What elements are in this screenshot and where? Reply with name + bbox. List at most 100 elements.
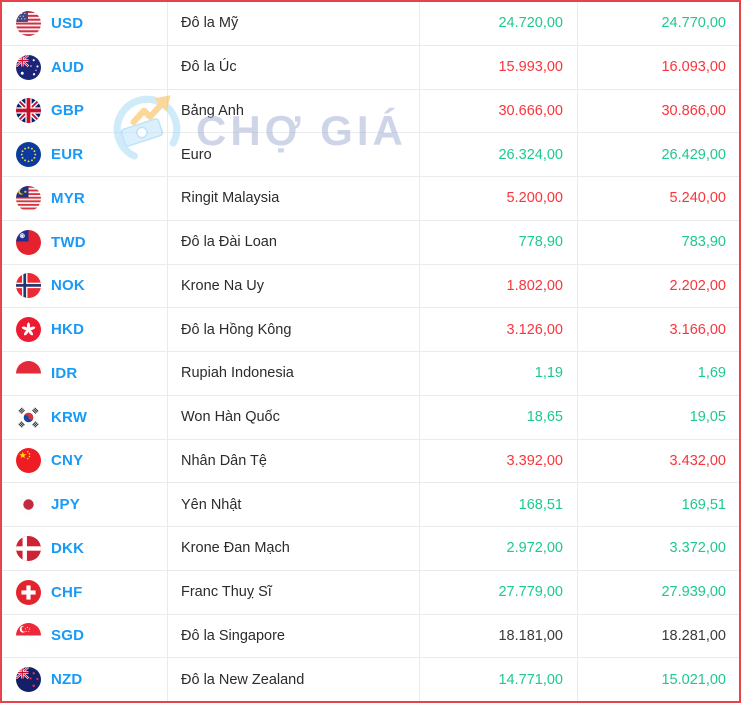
currency-cell: IDR [2, 352, 168, 395]
flag-jpy-icon [16, 492, 41, 517]
currency-code-link[interactable]: SGD [51, 627, 84, 644]
currency-cell: CHF [2, 571, 168, 614]
flag-hkd-icon [16, 317, 41, 342]
buy-rate: 18,65 [420, 396, 578, 439]
sell-rate: 5.240,00 [578, 177, 739, 220]
sell-rate: 3.372,00 [578, 527, 739, 570]
sell-rate: 30.866,00 [578, 90, 739, 133]
flag-dkk-icon [16, 536, 41, 561]
currency-code-link[interactable]: GBP [51, 102, 84, 119]
currency-cell: NZD [2, 658, 168, 701]
currency-name: Krone Na Uy [168, 265, 420, 308]
currency-name: Yên Nhật [168, 483, 420, 526]
currency-cell: AUD [2, 46, 168, 89]
buy-rate: 18.181,00 [420, 615, 578, 658]
currency-code-link[interactable]: NZD [51, 671, 82, 688]
table-row: KRW Won Hàn Quốc18,6519,05 [2, 396, 739, 440]
table-row: SGDĐô la Singapore18.181,0018.281,00 [2, 615, 739, 659]
flag-twd-icon [16, 230, 41, 255]
buy-rate: 2.972,00 [420, 527, 578, 570]
table-row: AUDĐô la Úc15.993,0016.093,00 [2, 46, 739, 90]
currency-code-link[interactable]: AUD [51, 59, 84, 76]
table-row: HKD Đô la Hồng Kông3.126,003.166,00 [2, 308, 739, 352]
currency-cell: NOK [2, 265, 168, 308]
currency-name: Đô la Mỹ [168, 2, 420, 45]
currency-cell: SGD [2, 615, 168, 658]
flag-nok-icon [16, 273, 41, 298]
sell-rate: 27.939,00 [578, 571, 739, 614]
table-row: EUREuro26.324,0026.429,00 [2, 133, 739, 177]
table-row: CNYNhân Dân Tệ3.392,003.432,00 [2, 440, 739, 484]
buy-rate: 24.720,00 [420, 2, 578, 45]
currency-code-link[interactable]: NOK [51, 277, 85, 294]
currency-cell: USD [2, 2, 168, 45]
currency-name: Đô la Úc [168, 46, 420, 89]
buy-rate: 1.802,00 [420, 265, 578, 308]
flag-myr-icon [16, 186, 41, 211]
currency-code-link[interactable]: EUR [51, 146, 83, 163]
currency-cell: GBP [2, 90, 168, 133]
flag-nzd-icon [16, 667, 41, 692]
exchange-rate-table: USD Đô la Mỹ24.720,0024.770,00 AUD Đô la Úc… [2, 2, 739, 701]
currency-code-link[interactable]: HKD [51, 321, 84, 338]
flag-idr-icon [16, 361, 41, 386]
table-row: JPYYên Nhật168,51169,51 [2, 483, 739, 527]
table-row: NZDĐô la New Zealand14.771,0015.021,00 [2, 658, 739, 701]
currency-name: Franc Thuỵ Sĩ [168, 571, 420, 614]
currency-code-link[interactable]: IDR [51, 365, 77, 382]
currency-name: Rupiah Indonesia [168, 352, 420, 395]
currency-code-link[interactable]: CNY [51, 452, 83, 469]
buy-rate: 27.779,00 [420, 571, 578, 614]
currency-name: Euro [168, 133, 420, 176]
currency-name: Đô la Singapore [168, 615, 420, 658]
table-row: MYR Ringit Malaysia5.200,005.240,00 [2, 177, 739, 221]
buy-rate: 14.771,00 [420, 658, 578, 701]
currency-cell: KRW [2, 396, 168, 439]
table-row: CHF Franc Thuỵ Sĩ27.779,0027.939,00 [2, 571, 739, 615]
currency-name: Ringit Malaysia [168, 177, 420, 220]
currency-code-link[interactable]: USD [51, 15, 83, 32]
currency-name: Đô la New Zealand [168, 658, 420, 701]
currency-cell: TWD [2, 221, 168, 264]
sell-rate: 19,05 [578, 396, 739, 439]
currency-code-link[interactable]: TWD [51, 234, 86, 251]
currency-name: Đô la Đài Loan [168, 221, 420, 264]
currency-code-link[interactable]: KRW [51, 409, 87, 426]
table-row: DKK Krone Đan Mạch2.972,003.372,00 [2, 527, 739, 571]
table-row: IDR Rupiah Indonesia1,191,69 [2, 352, 739, 396]
currency-code-link[interactable]: CHF [51, 584, 82, 601]
currency-code-link[interactable]: JPY [51, 496, 80, 513]
sell-rate: 1,69 [578, 352, 739, 395]
table-row: TWD Đô la Đài Loan778,90783,90 [2, 221, 739, 265]
sell-rate: 783,90 [578, 221, 739, 264]
flag-usd-icon [16, 11, 41, 36]
sell-rate: 3.432,00 [578, 440, 739, 483]
table-row: GBPBảng Anh30.666,0030.866,00 [2, 90, 739, 134]
currency-name: Nhân Dân Tệ [168, 440, 420, 483]
currency-cell: JPY [2, 483, 168, 526]
flag-aud-icon [16, 55, 41, 80]
buy-rate: 778,90 [420, 221, 578, 264]
buy-rate: 3.126,00 [420, 308, 578, 351]
currency-cell: MYR [2, 177, 168, 220]
table-row: NOK Krone Na Uy1.802,002.202,00 [2, 265, 739, 309]
buy-rate: 26.324,00 [420, 133, 578, 176]
sell-rate: 24.770,00 [578, 2, 739, 45]
flag-gbp-icon [16, 98, 41, 123]
sell-rate: 3.166,00 [578, 308, 739, 351]
currency-name: Đô la Hồng Kông [168, 308, 420, 351]
currency-cell: EUR [2, 133, 168, 176]
sell-rate: 169,51 [578, 483, 739, 526]
sell-rate: 2.202,00 [578, 265, 739, 308]
currency-name: Krone Đan Mạch [168, 527, 420, 570]
currency-code-link[interactable]: DKK [51, 540, 84, 557]
flag-krw-icon [16, 405, 41, 430]
currency-cell: CNY [2, 440, 168, 483]
flag-chf-icon [16, 580, 41, 605]
buy-rate: 1,19 [420, 352, 578, 395]
currency-code-link[interactable]: MYR [51, 190, 85, 207]
buy-rate: 15.993,00 [420, 46, 578, 89]
buy-rate: 5.200,00 [420, 177, 578, 220]
currency-name: Bảng Anh [168, 90, 420, 133]
currency-name: Won Hàn Quốc [168, 396, 420, 439]
